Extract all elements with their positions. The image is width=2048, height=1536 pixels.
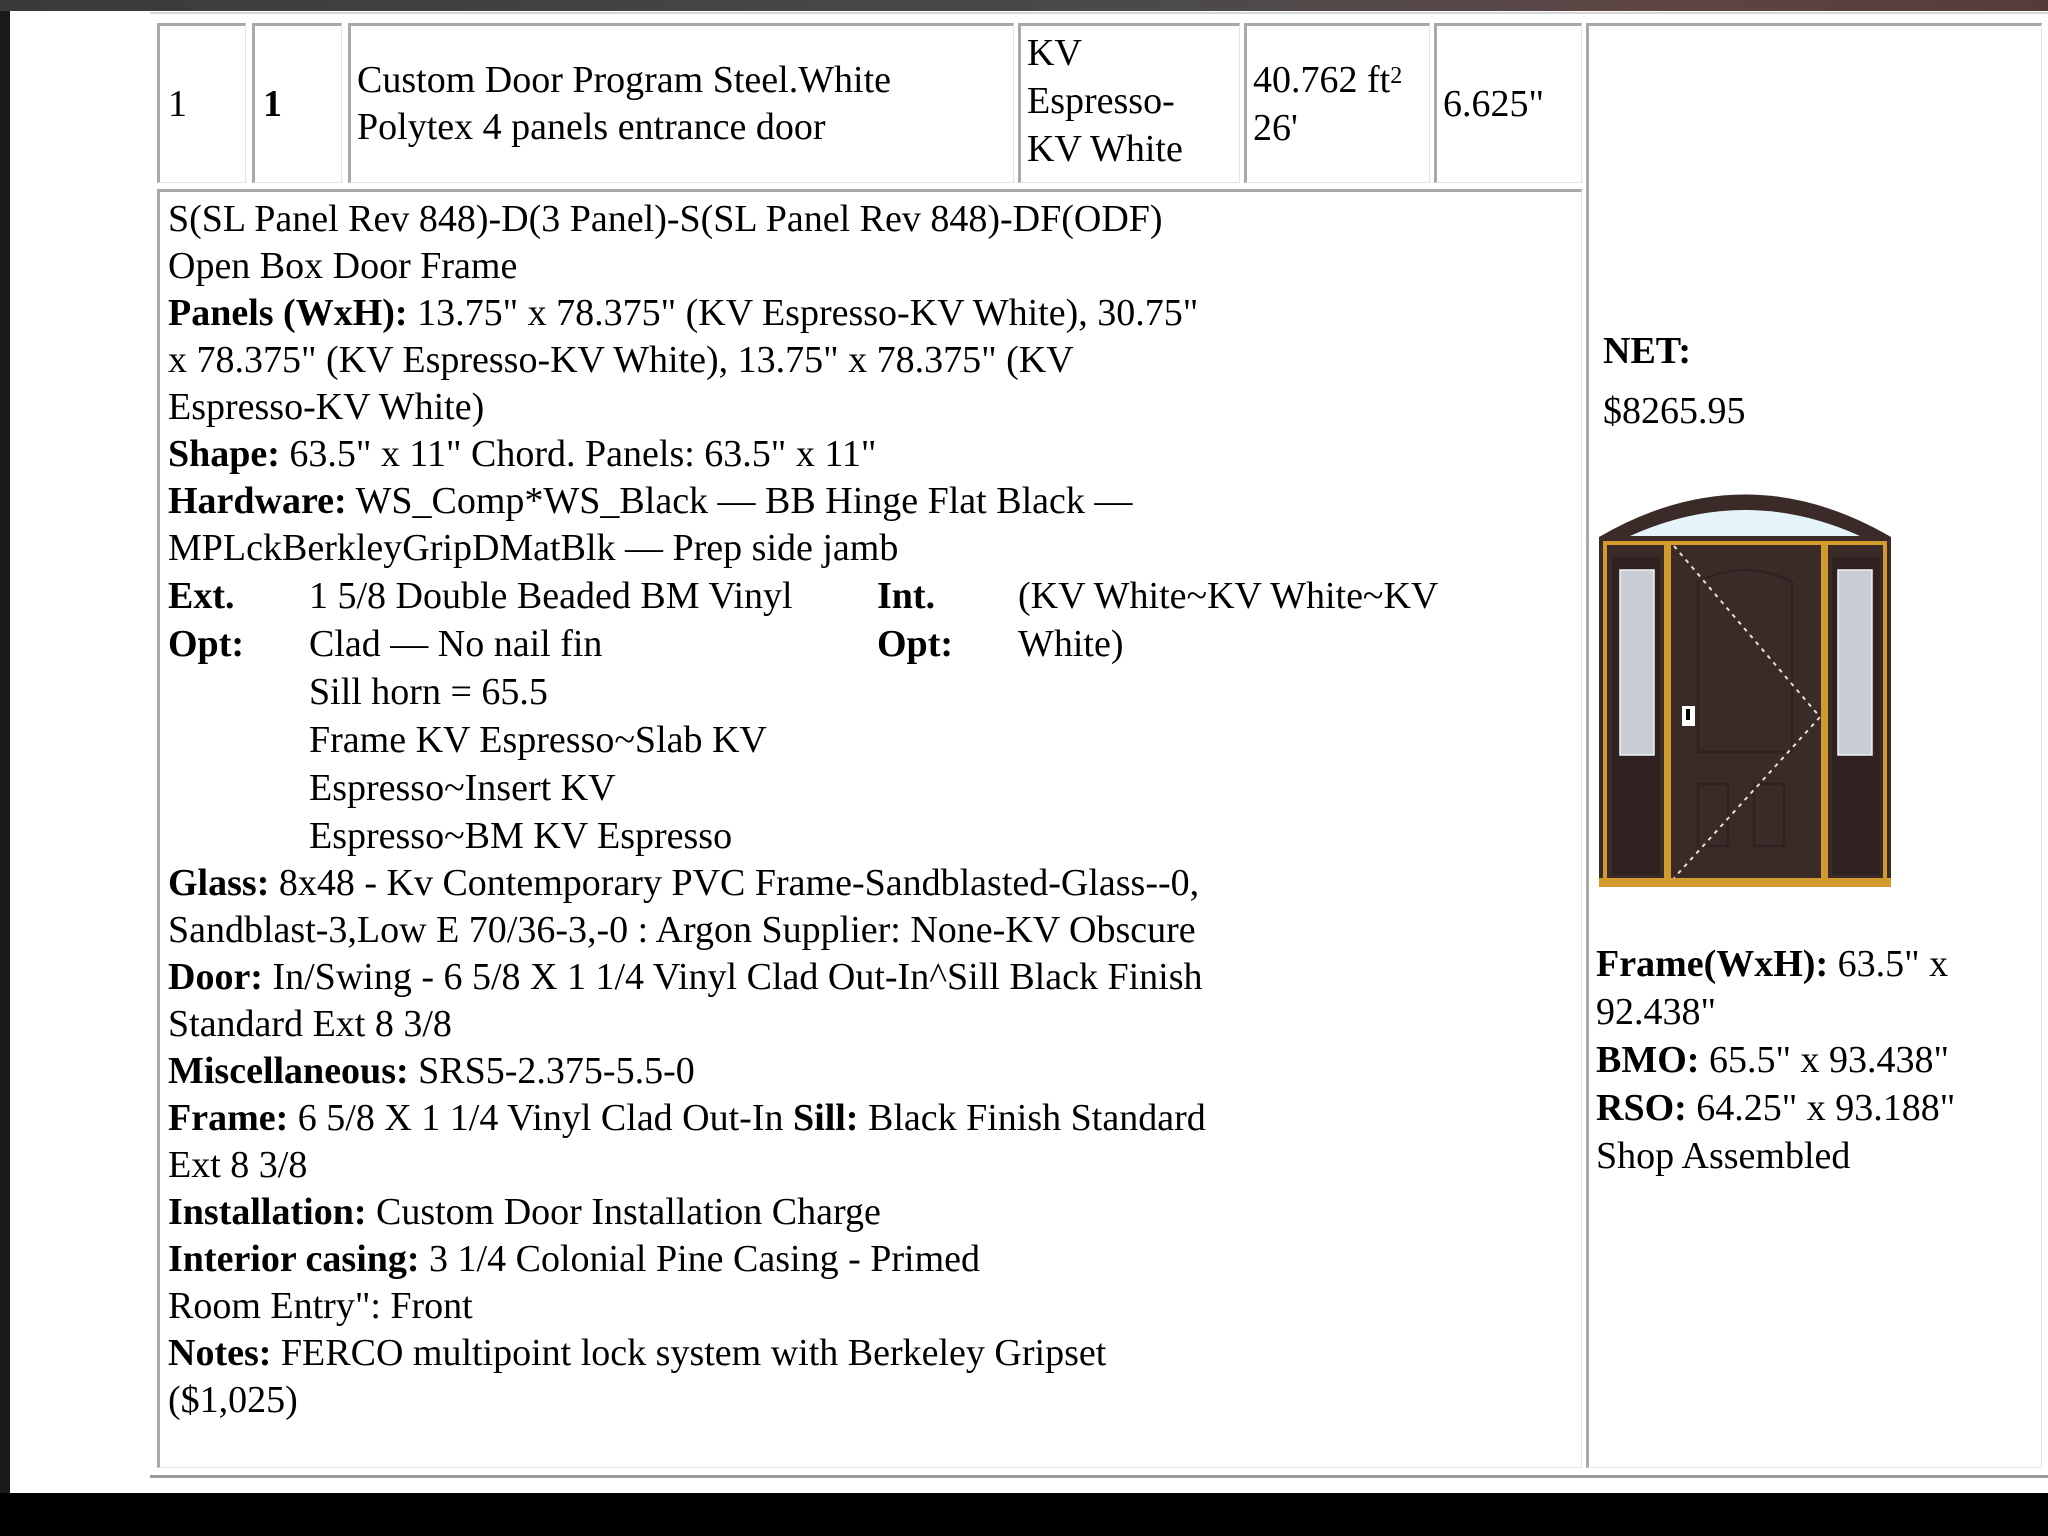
int-opt-label: Int. Opt: bbox=[877, 575, 953, 665]
description-cell: Custom Door Program Steel.White Polytex … bbox=[348, 23, 1014, 183]
depth-cell: 6.625" bbox=[1434, 23, 1582, 183]
glass-spec: Glass: 8x48 - Kv Contemporary PVC Frame-… bbox=[168, 862, 1200, 904]
frame-type: Open Box Door Frame bbox=[168, 245, 518, 287]
perimeter-value: 26' bbox=[1253, 107, 1298, 149]
window-top-bar bbox=[0, 0, 2048, 11]
line-number-cell: 1 bbox=[157, 23, 246, 183]
description-line: Custom Door Program Steel.White bbox=[357, 59, 892, 101]
casing-spec: Interior casing: 3 1/4 Colonial Pine Cas… bbox=[168, 1238, 981, 1280]
frame-size: Frame(WxH): 63.5" x bbox=[1596, 943, 1949, 985]
int-opt-line: (KV White~KV White~KV bbox=[1018, 575, 1439, 617]
panels-spec-cont: x 78.375" (KV Espresso-KV White), 13.75"… bbox=[168, 339, 1074, 381]
detail-cell: S(SL Panel Rev 848)-D(3 Panel)-S(SL Pane… bbox=[157, 189, 1582, 1468]
ext-opt-line: Espresso~Insert KV bbox=[309, 767, 616, 809]
hardware-spec: Hardware: WS_Comp*WS_Black — BB Hinge Fl… bbox=[168, 480, 1133, 522]
summary-cell: NET: $8265.95 Frame(WxH): 63.5" x 92.438… bbox=[1586, 23, 2042, 1468]
ext-opt-line: Clad — No nail fin bbox=[309, 623, 603, 665]
door-spec-cont: Standard Ext 8 3/8 bbox=[168, 1003, 452, 1045]
frame-size-cont: 92.438" bbox=[1596, 991, 1717, 1033]
ext-opt-line: Frame KV Espresso~Slab KV bbox=[309, 719, 767, 761]
door-spec: Door: In/Swing - 6 5/8 X 1 1/4 Vinyl Cla… bbox=[168, 956, 1203, 998]
panels-spec: Panels (WxH): 13.75" x 78.375" (KV Espre… bbox=[168, 292, 1199, 334]
door-elevation-drawing bbox=[1599, 494, 1891, 887]
net-label: NET: bbox=[1603, 330, 1691, 372]
line-number: 1 bbox=[168, 82, 187, 125]
left-mullion bbox=[1664, 543, 1671, 881]
ext-opt-label: Ext. Opt: bbox=[168, 575, 244, 665]
description-line: Polytex 4 panels entrance door bbox=[357, 106, 826, 148]
ext-opt-values: 1 5/8 Double Beaded BM Vinyl Clad — No n… bbox=[309, 572, 877, 860]
int-opt-values: (KV White~KV White~KV White) bbox=[1018, 572, 1581, 860]
quantity-cell: 1 bbox=[252, 23, 342, 183]
frame-dimensions: Frame(WxH): 63.5" x 92.438" BMO: 65.5" x… bbox=[1596, 940, 2016, 1180]
options-grid: Ext. Opt: 1 5/8 Double Beaded BM Vinyl C… bbox=[168, 572, 1581, 860]
jamb-depth: 6.625" bbox=[1443, 82, 1545, 125]
ext-opt-line: Sill horn = 65.5 bbox=[309, 671, 548, 713]
misc-spec: Miscellaneous: SRS5-2.375-5.5-0 bbox=[168, 1050, 695, 1092]
sill bbox=[1599, 878, 1891, 887]
assembly-type: Shop Assembled bbox=[1596, 1135, 1851, 1177]
color-line: KV bbox=[1027, 32, 1082, 74]
notes: Notes: FERCO multipoint lock system with… bbox=[168, 1332, 1107, 1374]
int-opt-line: White) bbox=[1018, 623, 1124, 665]
shape-spec: Shape: 63.5" x 11" Chord. Panels: 63.5" … bbox=[168, 433, 877, 475]
window-left-edge bbox=[0, 11, 10, 1493]
quote-line-table: 1 1 Custom Door Program Steel.White Poly… bbox=[150, 12, 2048, 1478]
color-line: KV White bbox=[1027, 128, 1183, 170]
right-sidelite-glass bbox=[1837, 569, 1873, 756]
room-entry: Room Entry": Front bbox=[168, 1285, 473, 1327]
door-handle bbox=[1686, 709, 1690, 720]
frame-spec: Frame: 6 5/8 X 1 1/4 Vinyl Clad Out-In S… bbox=[168, 1097, 1206, 1139]
rso-size: RSO: 64.25" x 93.188" bbox=[1596, 1087, 1956, 1129]
ext-opt-line: 1 5/8 Double Beaded BM Vinyl bbox=[309, 575, 793, 617]
hardware-spec-cont: MPLckBerkleyGripDMatBlk — Prep side jamb bbox=[168, 527, 899, 569]
config-code: S(SL Panel Rev 848)-D(3 Panel)-S(SL Pane… bbox=[168, 198, 1163, 240]
area-cell: 40.762 ft2 26' bbox=[1244, 23, 1430, 183]
quote-page: 1 1 Custom Door Program Steel.White Poly… bbox=[10, 11, 2048, 1493]
area-value: 40.762 ft2 bbox=[1253, 59, 1403, 101]
frame-spec-cont: Ext 8 3/8 bbox=[168, 1144, 308, 1186]
panels-spec-cont: Espresso-KV White) bbox=[168, 386, 485, 428]
net-price: $8265.95 bbox=[1603, 390, 1746, 432]
notes-cont: ($1,025) bbox=[168, 1379, 298, 1421]
color-line: Espresso- bbox=[1027, 80, 1175, 122]
right-mullion bbox=[1821, 543, 1828, 881]
left-sidelite-glass bbox=[1619, 569, 1655, 756]
glass-spec-cont: Sandblast-3,Low E 70/36-3,-0 : Argon Sup… bbox=[168, 909, 1196, 951]
ext-opt-line: Espresso~BM KV Espresso bbox=[309, 815, 733, 857]
quantity: 1 bbox=[263, 82, 282, 125]
color-cell: KV Espresso- KV White bbox=[1018, 23, 1240, 183]
bmo-size: BMO: 65.5" x 93.438" bbox=[1596, 1039, 1949, 1081]
installation-spec: Installation: Custom Door Installation C… bbox=[168, 1191, 881, 1233]
